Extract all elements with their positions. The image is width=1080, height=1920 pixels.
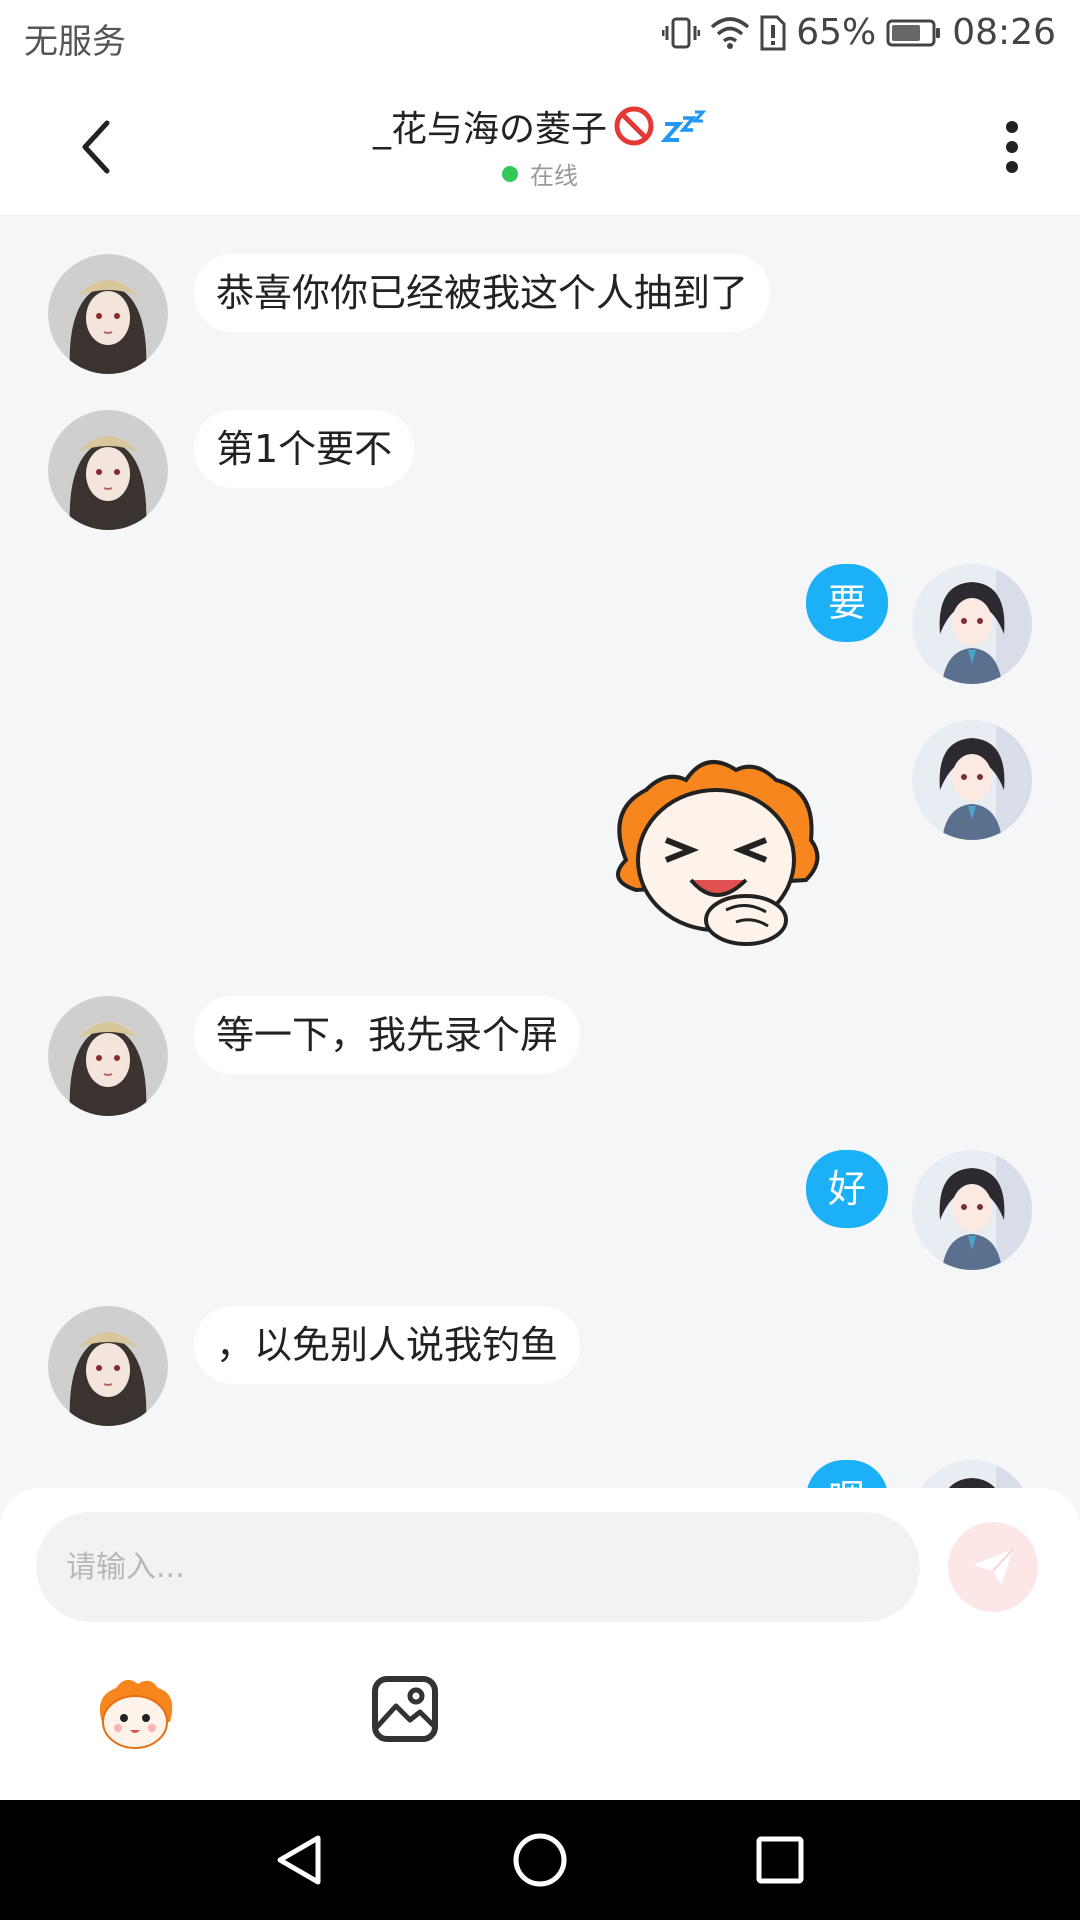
message-list[interactable]: 恭喜你你已经被我这个人抽到了 第1个要不 要 等一下，我先录个屏 好 ，以免别人… [0, 216, 1080, 1488]
contact-avatar[interactable] [48, 410, 168, 530]
triangle-back-icon [277, 1835, 321, 1885]
message-input[interactable] [36, 1512, 920, 1622]
my-avatar[interactable] [912, 1460, 1032, 1488]
sticker-icon [99, 1679, 173, 1749]
square-recents-icon [756, 1836, 804, 1884]
circle-home-icon [513, 1833, 567, 1887]
sleeping-zzz-icon [661, 110, 707, 142]
online-status: 在线 [200, 156, 880, 191]
my-avatar[interactable] [912, 1150, 1032, 1270]
my-avatar[interactable] [912, 564, 1032, 684]
contact-avatar[interactable] [48, 996, 168, 1116]
online-status-label: 在线 [530, 162, 578, 190]
message-bubble-incoming[interactable]: 等一下，我先录个屏 [194, 996, 581, 1074]
message-bubble-outgoing[interactable]: 好 [806, 1150, 889, 1228]
more-vertical-icon [1006, 121, 1018, 173]
chat-header: _花与海の菱子 在线 [0, 76, 1080, 216]
contact-title: _花与海の菱子 [373, 100, 707, 152]
system-nav-bar [0, 1800, 1080, 1920]
status-bar: 无服务 65% 08:26 [0, 0, 1080, 76]
sim-alert-icon [760, 15, 786, 50]
header-title-block: _花与海の菱子 在线 [200, 100, 880, 191]
laughing-clown-sticker[interactable] [596, 750, 836, 954]
contact-avatar[interactable] [48, 254, 168, 374]
status-icons: 65% 08:26 [662, 12, 1056, 53]
image-icon [372, 1676, 438, 1742]
my-avatar[interactable] [912, 720, 1032, 840]
contact-avatar[interactable] [48, 1306, 168, 1426]
sticker-button[interactable] [90, 1672, 180, 1752]
nav-back-button[interactable] [270, 1830, 330, 1890]
battery-icon [886, 19, 941, 46]
message-bubble-incoming[interactable]: 第1个要不 [194, 410, 415, 488]
no-entry-icon [614, 106, 654, 146]
more-options-button[interactable] [982, 112, 1042, 182]
message-bubble-outgoing[interactable]: 嗯 [806, 1460, 889, 1488]
paper-plane-icon [973, 1548, 1014, 1585]
wifi-icon [711, 16, 750, 49]
nav-home-button[interactable] [510, 1830, 570, 1890]
composer [0, 1488, 1080, 1800]
clock: 08:26 [952, 12, 1056, 53]
carrier-label: 无服务 [24, 22, 126, 62]
nav-recents-button[interactable] [750, 1830, 810, 1890]
contact-name: _花与海の菱子 [372, 109, 607, 150]
battery-percent: 65% [796, 12, 877, 53]
online-dot [502, 165, 518, 182]
vibrate-icon [662, 17, 701, 48]
message-bubble-incoming[interactable]: ，以免别人说我钓鱼 [194, 1306, 581, 1384]
chevron-left-icon [82, 120, 110, 174]
message-bubble-incoming[interactable]: 恭喜你你已经被我这个人抽到了 [194, 254, 771, 332]
image-button[interactable] [370, 1674, 440, 1744]
send-button[interactable] [948, 1522, 1038, 1612]
message-bubble-outgoing[interactable]: 要 [806, 564, 889, 642]
back-button[interactable] [62, 112, 132, 182]
